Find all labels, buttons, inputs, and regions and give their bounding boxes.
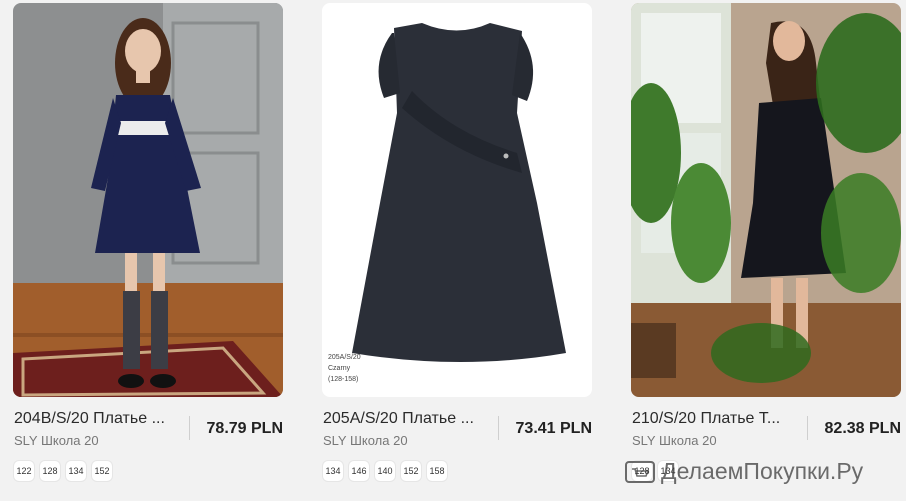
product-photo[interactable]	[13, 3, 283, 397]
product-price: 78.79 PLN	[206, 420, 283, 437]
product-price: 82.38 PLN	[824, 420, 901, 437]
watermark: ДелаемПокупки.Ру	[625, 458, 863, 485]
divider	[807, 416, 808, 440]
product-image-girl-plants	[631, 3, 901, 397]
size-list: 134 146 140 152 158	[323, 461, 447, 481]
photo-label-line: Czarny	[328, 365, 351, 372]
product-image-girl-navy-dress	[13, 3, 283, 397]
product-title[interactable]: 210/S/20 Платье Т...	[632, 410, 804, 428]
product-photo[interactable]: 205A/S/20 Czarny (128-158)	[322, 3, 592, 397]
size-chip[interactable]: 122	[14, 461, 34, 481]
watermark-text: ДелаемПокупки.Ру	[661, 458, 864, 484]
product-image-dark-dress: 205A/S/20 Czarny (128-158)	[322, 3, 592, 397]
product-brand: SLY Школа 20	[632, 433, 717, 448]
photo-label-line: (128-158)	[328, 376, 358, 383]
size-chip[interactable]: 146	[349, 461, 369, 481]
size-chip[interactable]: 128	[40, 461, 60, 481]
size-list: 122 128 134 152	[14, 461, 112, 481]
size-chip[interactable]: 158	[427, 461, 447, 481]
product-photo[interactable]	[631, 3, 901, 397]
photo-label-line: 205A/S/20	[328, 354, 361, 361]
divider	[189, 416, 190, 440]
product-brand: SLY Школа 20	[323, 433, 408, 448]
product-card[interactable]: 210/S/20 Платье Т... SLY Школа 20 82.38 …	[631, 0, 901, 501]
size-chip[interactable]: 134	[66, 461, 86, 481]
size-chip[interactable]: 152	[92, 461, 112, 481]
size-chip[interactable]: 152	[401, 461, 421, 481]
product-brand: SLY Школа 20	[14, 433, 99, 448]
cart-icon	[625, 460, 655, 483]
product-card[interactable]: 204B/S/20 Платье ... SLY Школа 20 78.79 …	[13, 0, 283, 501]
product-price: 73.41 PLN	[515, 420, 592, 437]
product-card[interactable]: 205A/S/20 Czarny (128-158) 205A/S/20 Пла…	[322, 0, 592, 501]
size-chip[interactable]: 140	[375, 461, 395, 481]
divider	[498, 416, 499, 440]
size-chip[interactable]: 134	[323, 461, 343, 481]
product-title[interactable]: 205A/S/20 Платье ...	[323, 410, 495, 428]
product-title[interactable]: 204B/S/20 Платье ...	[14, 410, 186, 428]
